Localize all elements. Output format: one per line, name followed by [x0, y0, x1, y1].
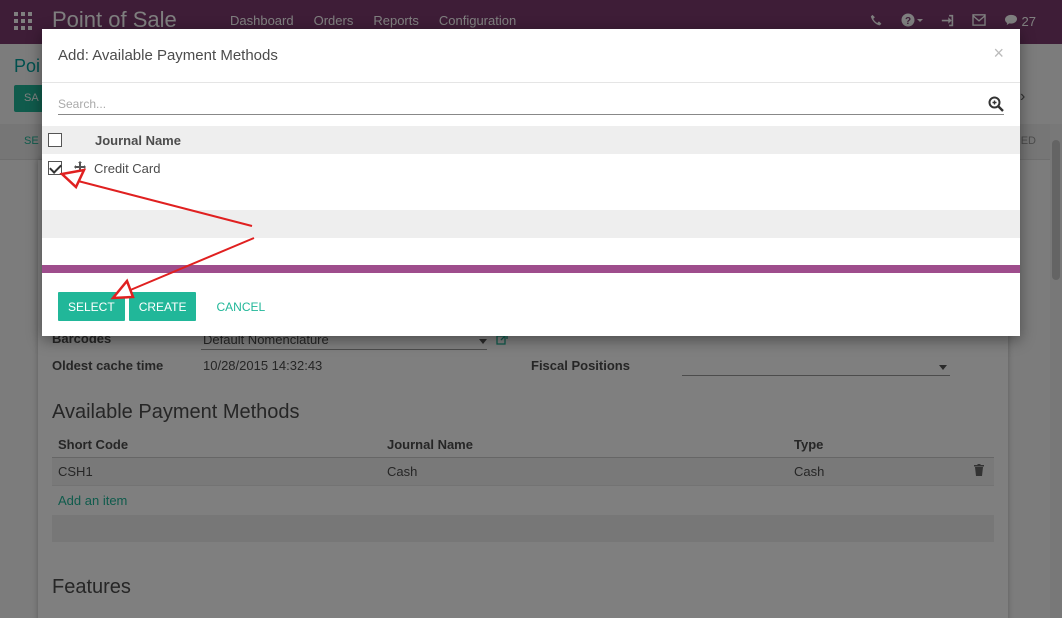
drag-handle-icon[interactable] — [74, 160, 86, 176]
create-button[interactable]: CREATE — [128, 292, 197, 321]
list-row-credit-card[interactable]: Credit Card — [42, 154, 1020, 182]
select-all-checkbox[interactable] — [48, 133, 62, 147]
list-row-empty — [42, 210, 1020, 238]
list-row-empty — [42, 238, 1020, 266]
search-icon[interactable] — [988, 96, 1004, 112]
search-bar — [58, 95, 1004, 115]
search-input[interactable] — [58, 95, 978, 113]
list-row-empty — [42, 182, 1020, 210]
dialog-header: Add: Available Payment Methods × — [42, 29, 1020, 83]
dialog-title: Add: Available Payment Methods — [58, 47, 278, 64]
dialog-footer: SELECT CREATE CANCEL — [58, 292, 275, 321]
list-divider-bar — [42, 265, 1020, 273]
select-button[interactable]: SELECT — [58, 292, 125, 321]
row-journal-name: Credit Card — [94, 160, 161, 176]
journal-list: Journal Name Credit Card — [42, 126, 1020, 266]
list-header: Journal Name — [42, 126, 1020, 154]
cancel-button[interactable]: CANCEL — [206, 292, 275, 321]
add-payment-methods-dialog: Add: Available Payment Methods × Journal… — [42, 29, 1020, 336]
row-checkbox[interactable] — [48, 161, 62, 175]
close-icon[interactable]: × — [993, 43, 1004, 64]
column-journal-name[interactable]: Journal Name — [95, 133, 181, 148]
